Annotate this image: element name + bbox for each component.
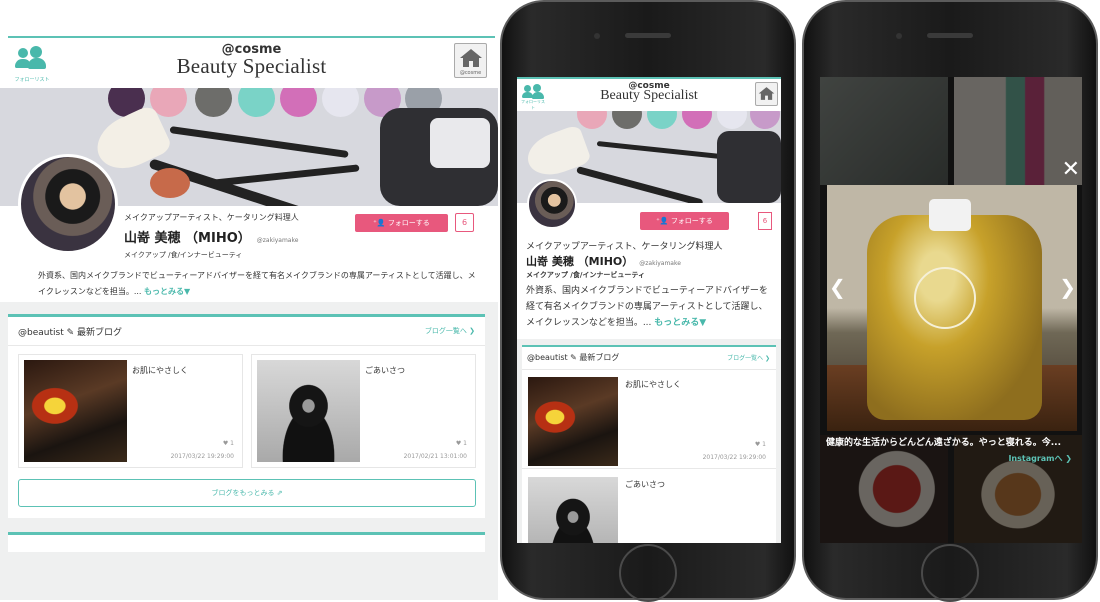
- brand-logo-mark: [914, 267, 976, 329]
- phone-screen: ❮ ❯ ✕ 健康的な生活からどんどん遠ざかる。やっと寝れる。今... Insta…: [820, 77, 1082, 543]
- bio-more-link[interactable]: もっとみる▼: [654, 318, 706, 328]
- profile-info: メイクアップアーティスト、ケータリング料理人 山嵜 美穂 （MIHO） @zaki…: [124, 212, 299, 260]
- next-section: [8, 532, 485, 552]
- home-button[interactable]: @cosme: [454, 43, 487, 78]
- blog-list-link[interactable]: ブログ一覧へ ❯: [425, 326, 475, 336]
- profile-handle: @zakiyamake: [256, 237, 299, 244]
- blog-card[interactable]: ごあいさつ ♥ 1 2017/02/21 13:01:00: [251, 354, 476, 468]
- home-button[interactable]: [755, 82, 778, 106]
- brand-main: Beauty Specialist: [600, 88, 698, 103]
- profile-avatar[interactable]: [18, 154, 118, 254]
- blog-thumbnail: [528, 477, 618, 543]
- profile-category: メイクアップ /食/インナービューティ: [124, 251, 243, 259]
- blog-list-item[interactable]: お肌にやさしく ♥ 1 2017/03/22 19:29:00: [522, 371, 776, 469]
- profile-role: メイクアップアーティスト、ケータリング料理人: [124, 213, 299, 222]
- blog-title: ごあいさつ: [625, 480, 665, 489]
- profile-role: メイクアップアーティスト、ケータリング料理人: [526, 242, 723, 252]
- profile-avatar[interactable]: [527, 179, 577, 229]
- profile-bio: 外資系、国内メイクブランドでビューティーアドバイザーを経て有名メイクブランドの専…: [526, 286, 768, 328]
- blog-title: お肌にやさしく: [625, 380, 681, 389]
- profile-bio: 外資系、国内メイクブランドでビューティーアドバイザーを経て有名メイクブランドの専…: [38, 271, 476, 296]
- blog-more-button[interactable]: ブログをもっとみる ⇗: [18, 479, 476, 507]
- profile-category: メイクアップ /食/インナービューティ: [526, 271, 645, 279]
- phone-mockup-profile: フォローリスト @cosme Beauty Specialist ⁺👤 フォロー…: [500, 0, 796, 602]
- blog-date: 2017/02/21 13:01:00: [403, 453, 467, 460]
- blog-thumbnail: [528, 377, 618, 466]
- follower-count: 6: [758, 212, 772, 230]
- blog-card[interactable]: お肌にやさしく ♥ 1 2017/03/22 19:29:00: [18, 354, 243, 468]
- profile-handle: @zakiyamake: [639, 260, 681, 267]
- phone-screen: フォローリスト @cosme Beauty Specialist ⁺👤 フォロー…: [517, 77, 781, 543]
- next-arrow-icon[interactable]: ❯: [1059, 275, 1076, 299]
- site-logo[interactable]: @cosme Beauty Specialist: [8, 42, 495, 79]
- latest-blog-section: @beautist ✎ 最新ブログ ブログ一覧へ ❯ お肌にやさしく ♥ 1 2…: [8, 314, 485, 518]
- profile-name: 山嵜 美穂 （MIHO） @zakiyamake: [526, 255, 681, 268]
- desktop-view: フォローリスト @cosme Beauty Specialist @cosme …: [0, 0, 498, 600]
- like-count: ♥ 1: [455, 440, 467, 447]
- add-user-icon: ⁺👤: [656, 217, 671, 225]
- blog-section-title: @beautist ✎ 最新ブログ: [527, 353, 620, 362]
- blog-thumbnail: [24, 360, 127, 462]
- blog-list-link[interactable]: ブログ一覧へ ❯: [727, 353, 770, 362]
- mobile-header: フォローリスト @cosme Beauty Specialist: [517, 77, 781, 111]
- blog-section-title: @beautist ✎ 最新ブログ: [18, 328, 122, 338]
- add-user-icon: ⁺👤: [373, 219, 388, 227]
- phone-mockup-instagram: ❮ ❯ ✕ 健康的な生活からどんどん遠ざかる。やっと寝れる。今... Insta…: [802, 0, 1098, 602]
- follow-button[interactable]: ⁺👤 フォローする: [355, 214, 448, 232]
- instagram-caption: 健康的な生活からどんどん遠ざかる。やっと寝れる。今...: [826, 438, 1061, 448]
- blog-list-item[interactable]: ごあいさつ: [522, 471, 776, 543]
- latest-blog-section: @beautist ✎ 最新ブログ ブログ一覧へ ❯ お肌にやさしく ♥ 1 2…: [522, 345, 776, 543]
- phone-home-button: [921, 544, 979, 602]
- follow-button[interactable]: ⁺👤 フォローする: [640, 212, 729, 230]
- bio-more-link[interactable]: もっとみる▼: [144, 287, 190, 296]
- home-label: @cosme: [459, 70, 482, 76]
- blog-date: 2017/03/22 19:29:00: [702, 454, 766, 461]
- home-icon: [758, 87, 775, 100]
- previous-arrow-icon[interactable]: ❮: [829, 275, 846, 299]
- like-count: ♥ 1: [754, 441, 766, 448]
- blog-title: ごあいさつ: [365, 366, 405, 375]
- blog-thumbnail: [257, 360, 360, 462]
- home-icon: [459, 49, 482, 67]
- blog-date: 2017/03/22 19:29:00: [170, 453, 234, 460]
- instagram-link[interactable]: Instagramへ ❯: [1008, 453, 1072, 464]
- follower-count: 6: [455, 213, 474, 232]
- brand-main: Beauty Specialist: [176, 54, 327, 78]
- profile-name: 山嵜 美穂 （MIHO） @zakiyamake: [124, 231, 299, 246]
- instagram-photo: [827, 185, 1077, 431]
- blog-title: お肌にやさしく: [132, 366, 188, 375]
- like-count: ♥ 1: [222, 440, 234, 447]
- close-icon[interactable]: ✕: [1062, 157, 1080, 182]
- phone-home-button: [619, 544, 677, 602]
- site-header: フォローリスト @cosme Beauty Specialist @cosme: [8, 36, 495, 86]
- site-logo[interactable]: @cosme Beauty Specialist: [517, 81, 781, 104]
